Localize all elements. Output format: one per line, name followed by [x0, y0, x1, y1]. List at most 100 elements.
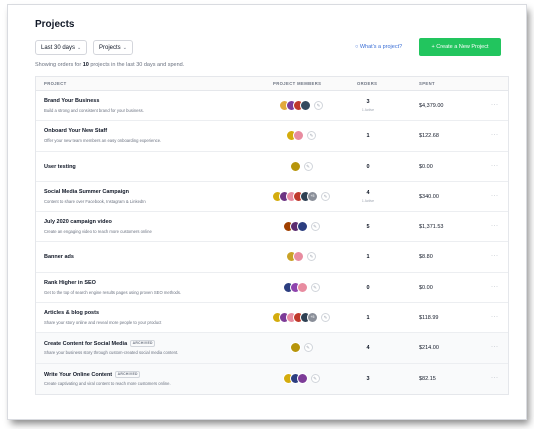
- project-name[interactable]: Write Your Online Content ARCHIVED: [44, 370, 141, 378]
- edit-members-icon[interactable]: ✎: [307, 131, 316, 141]
- project-members: +5 ✎: [272, 312, 330, 324]
- spent-amount: $8.80: [419, 254, 433, 261]
- project-description: Share your story online and reveal more …: [44, 320, 162, 326]
- project-name[interactable]: Articles & blog posts: [44, 310, 99, 316]
- project-description: Create captivating and viral content to …: [44, 380, 171, 386]
- table-row[interactable]: Create Content for Social Media ARCHIVED S…: [36, 333, 508, 364]
- orders-count: 4: [366, 345, 370, 352]
- table-row[interactable]: Brand Your Business Build a strong and co…: [36, 91, 508, 122]
- whats-a-project-link[interactable]: ○ What's a project?: [355, 44, 402, 50]
- table-row[interactable]: Banner ads ✎ 1 $8.80 ···: [36, 242, 508, 273]
- edit-members-icon[interactable]: ✎: [310, 373, 320, 383]
- avatar: [296, 281, 308, 293]
- whats-a-project-label: What's a project?: [359, 44, 403, 50]
- project-name[interactable]: Create Content for Social Media ARCHIVED: [44, 340, 156, 348]
- spent-amount: $1,371.53: [419, 224, 444, 231]
- column-project: PROJECT: [44, 81, 67, 86]
- date-range-dropdown[interactable]: Last 30 days ⌄: [35, 40, 88, 55]
- results-summary: Showing orders for 10 projects in the la…: [35, 62, 185, 68]
- avatar: [289, 342, 301, 354]
- edit-members-icon[interactable]: ✎: [321, 191, 330, 201]
- spent-amount: $4,379.00: [419, 103, 444, 109]
- project-name-label: Articles & blog posts: [44, 310, 100, 317]
- spent-amount: $0.00: [419, 284, 433, 291]
- table-row[interactable]: Onboard Your New Staff Offer your new tea…: [36, 121, 508, 152]
- project-count: 10: [82, 62, 89, 68]
- orders-count: 1: [366, 133, 370, 140]
- avatar: [293, 130, 304, 142]
- orders-count: 4: [366, 189, 370, 196]
- project-members: +5 ✎: [272, 190, 330, 202]
- column-spent: SPENT: [419, 81, 435, 86]
- avatar: [296, 221, 308, 233]
- project-name[interactable]: Social Media Summer Campaign: [44, 189, 129, 195]
- project-description: Create an engaging video to reach more c…: [44, 229, 152, 235]
- spent-amount: $122.68: [419, 133, 439, 140]
- archived-badge: ARCHIVED: [130, 340, 156, 348]
- orders-count: 3: [366, 375, 370, 382]
- project-name-label: Write Your Online Content: [44, 371, 113, 378]
- table-row[interactable]: Articles & blog posts Share your story on…: [36, 303, 508, 334]
- project-members: ✎: [279, 100, 323, 112]
- table-row[interactable]: User testing ✎ 0 $0.00 ···: [36, 152, 508, 182]
- row-menu-icon[interactable]: ···: [491, 102, 499, 108]
- table-header: PROJECT PROJECT MEMBERS ORDERS SPENT: [36, 77, 508, 91]
- edit-members-icon[interactable]: ✎: [310, 282, 320, 292]
- spent-amount: $340.00: [419, 193, 439, 200]
- avatar: [289, 160, 301, 172]
- row-menu-icon[interactable]: ···: [491, 163, 499, 169]
- edit-members-icon[interactable]: ✎: [307, 252, 316, 262]
- lightbulb-icon: ○: [355, 44, 359, 50]
- project-name[interactable]: User testing: [44, 164, 76, 170]
- table-row[interactable]: Write Your Online Content ARCHIVED Create …: [36, 363, 508, 394]
- edit-members-icon[interactable]: ✎: [303, 161, 313, 171]
- more-members-badge[interactable]: +5: [307, 190, 318, 202]
- row-menu-icon[interactable]: ···: [491, 193, 499, 199]
- project-name[interactable]: Onboard Your New Staff: [44, 128, 107, 134]
- project-description: Content to share over Facebook, Instagra…: [44, 198, 146, 204]
- active-orders-label: 1 Active: [361, 108, 375, 112]
- create-project-button[interactable]: + Create a New Project: [419, 38, 501, 56]
- project-description: Get to the top of search engine results …: [44, 289, 182, 295]
- row-menu-icon[interactable]: ···: [491, 223, 499, 229]
- table-row[interactable]: Rank Higher in SEO Get to the top of sear…: [36, 273, 508, 304]
- edit-members-icon[interactable]: ✎: [303, 343, 313, 353]
- row-menu-icon[interactable]: ···: [491, 375, 499, 381]
- row-menu-icon[interactable]: ···: [491, 284, 499, 290]
- project-name[interactable]: Rank Higher in SEO: [44, 280, 96, 286]
- row-menu-icon[interactable]: ···: [491, 132, 499, 138]
- edit-members-icon[interactable]: ✎: [310, 222, 320, 232]
- project-name-label: Rank Higher in SEO: [44, 279, 96, 286]
- date-range-label: Last 30 days: [41, 45, 76, 51]
- orders-count: 3: [366, 99, 370, 105]
- project-name-label: Onboard Your New Staff: [44, 128, 108, 135]
- edit-members-icon[interactable]: ✎: [314, 101, 323, 110]
- project-name-label: July 2020 campaign video: [44, 219, 112, 226]
- app-window: Projects Last 30 days ⌄ Projects ⌄ ○ What'…: [8, 5, 526, 419]
- row-menu-icon[interactable]: ···: [491, 253, 499, 259]
- row-menu-icon[interactable]: ···: [491, 344, 499, 350]
- orders-count: 1: [366, 315, 370, 322]
- projects-table: PROJECT PROJECT MEMBERS ORDERS SPENT Bra…: [35, 76, 509, 395]
- spent-amount: $0.00: [419, 163, 433, 170]
- orders-count: 5: [366, 224, 370, 231]
- project-members: ✎: [286, 251, 316, 263]
- chevron-down-icon: ⌄: [122, 45, 127, 51]
- spent-amount: $118.99: [419, 315, 439, 322]
- more-members-badge[interactable]: +5: [307, 312, 318, 324]
- chevron-down-icon: ⌄: [77, 45, 82, 51]
- row-menu-icon[interactable]: ···: [491, 314, 499, 320]
- active-orders-label: 1 Active: [361, 198, 375, 203]
- edit-members-icon[interactable]: ✎: [321, 313, 330, 323]
- project-name-label: Brand Your Business: [44, 98, 100, 104]
- project-name[interactable]: Banner ads: [44, 254, 74, 260]
- project-members: ✎: [282, 372, 320, 384]
- type-filter-dropdown[interactable]: Projects ⌄: [93, 40, 133, 55]
- project-name[interactable]: July 2020 campaign video: [44, 219, 112, 225]
- project-description: Build a strong and consistent brand for …: [44, 108, 144, 113]
- avatar: [300, 100, 311, 111]
- archived-badge: ARCHIVED: [115, 370, 141, 378]
- table-row[interactable]: Social Media Summer Campaign Content to s…: [36, 182, 508, 213]
- table-row[interactable]: July 2020 campaign video Create an engagi…: [36, 212, 508, 243]
- project-name[interactable]: Brand Your Business: [44, 98, 99, 104]
